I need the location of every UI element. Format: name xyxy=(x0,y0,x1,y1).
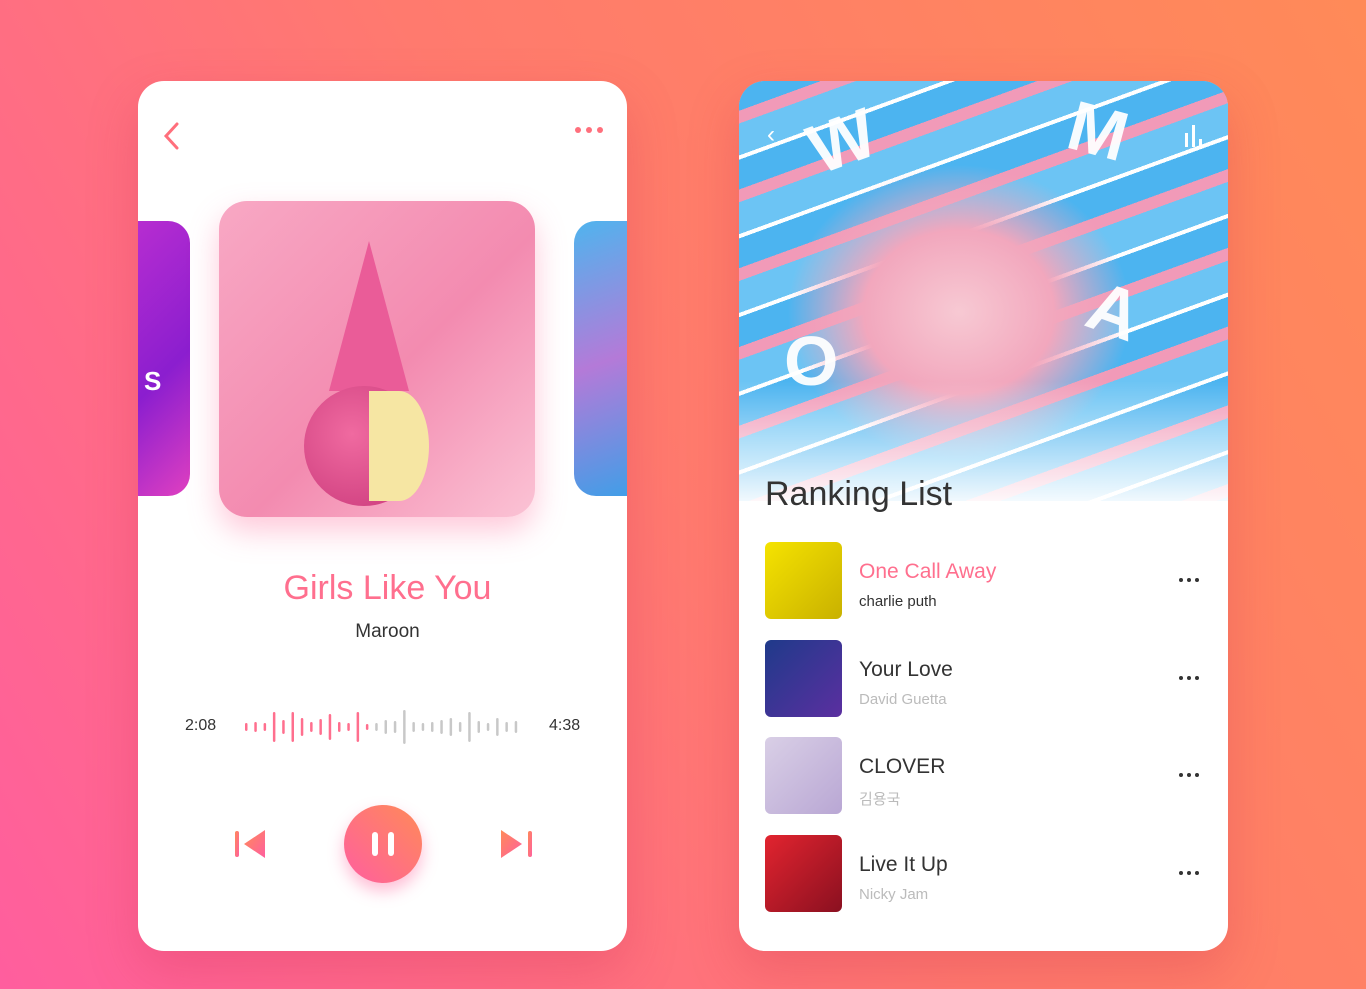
song-title: One Call Away xyxy=(859,560,997,583)
waveform-bar xyxy=(393,721,397,733)
ranking-list-item[interactable]: One Call Away charlie puth xyxy=(765,542,1205,620)
waveform-bar xyxy=(365,724,369,730)
equalizer-icon[interactable] xyxy=(1185,125,1202,147)
song-artist: charlie puth xyxy=(859,593,937,610)
ranking-list-item[interactable]: CLOVER 김용국 xyxy=(765,737,1205,815)
song-title: CLOVER xyxy=(859,755,946,778)
song-title: Girls Like You xyxy=(283,569,492,607)
waveform-bar xyxy=(403,710,406,744)
waveform-bar xyxy=(440,720,443,734)
waveform-bar xyxy=(272,712,276,742)
song-thumbnail xyxy=(765,639,842,717)
pause-button[interactable] xyxy=(344,805,422,883)
pause-icon xyxy=(372,832,378,856)
ranking-list-item[interactable]: Live It Up Nicky Jam xyxy=(765,834,1205,913)
more-options-icon[interactable] xyxy=(575,127,603,133)
hero-letter: A xyxy=(1077,265,1152,357)
waveform-bar xyxy=(505,722,508,732)
more-options-icon[interactable] xyxy=(1179,773,1199,777)
more-options-icon[interactable] xyxy=(1179,578,1199,582)
waveform-bar xyxy=(449,718,453,736)
waveform-progress-bar[interactable] xyxy=(243,707,523,747)
song-thumbnail xyxy=(765,737,842,814)
next-track-button[interactable] xyxy=(500,829,532,859)
ranking-card: W M O A ‹ Ranking List One Call Away cha… xyxy=(739,81,1228,951)
waveform-bar xyxy=(458,722,462,732)
waveform-bar xyxy=(356,712,360,742)
album-cover-lettering: S xyxy=(144,366,162,396)
waveform-bar xyxy=(310,722,313,732)
ranking-list-item[interactable]: Your Love David Guetta xyxy=(765,639,1205,718)
elapsed-time: 2:08 xyxy=(185,717,217,734)
song-artist: 김용국 xyxy=(859,791,901,808)
artist-name: Maroon xyxy=(355,621,420,642)
back-chevron-icon[interactable]: ‹ xyxy=(767,121,775,149)
player-card: S Girls Like You Maroon 2:08 4:38 xyxy=(138,81,627,951)
waveform-bar xyxy=(338,722,341,732)
waveform-bar xyxy=(384,720,387,734)
song-thumbnail xyxy=(765,834,842,912)
previous-album-cover[interactable]: S xyxy=(138,221,190,496)
waveform-bar xyxy=(263,723,267,731)
song-artist: Nicky Jam xyxy=(859,885,929,903)
hero-letter: W xyxy=(797,93,887,189)
waveform-bar xyxy=(486,723,490,731)
total-duration: 4:38 xyxy=(549,717,581,734)
waveform-bar xyxy=(375,723,378,731)
waveform-bar xyxy=(514,721,518,733)
song-artist: David Guetta xyxy=(859,690,947,708)
waveform-bar xyxy=(431,722,434,732)
previous-track-button[interactable] xyxy=(235,829,267,859)
waveform-bar xyxy=(319,719,322,735)
waveform-bar xyxy=(291,712,294,742)
waveform-bar xyxy=(245,723,248,731)
waveform-bar xyxy=(300,718,304,736)
waveform-bar xyxy=(347,723,350,731)
hero-letter: M xyxy=(1059,85,1137,177)
waveform-bar xyxy=(468,712,471,742)
ranking-title: Ranking List xyxy=(765,475,953,513)
waveform-bar xyxy=(254,722,257,732)
next-album-cover[interactable] xyxy=(574,221,627,496)
waveform-bar xyxy=(412,722,415,732)
waveform-bar xyxy=(477,721,480,733)
album-cover xyxy=(219,201,535,517)
waveform-bar xyxy=(421,723,425,731)
song-title: Your Love xyxy=(859,657,953,681)
waveform-bar xyxy=(496,718,499,736)
waveform-bar xyxy=(282,720,285,734)
more-options-icon[interactable] xyxy=(1179,870,1199,875)
more-options-icon[interactable] xyxy=(1179,675,1199,680)
song-thumbnail xyxy=(765,542,842,619)
song-title: Live It Up xyxy=(859,852,948,876)
back-chevron-icon[interactable] xyxy=(162,121,182,151)
waveform-bar xyxy=(328,714,332,740)
